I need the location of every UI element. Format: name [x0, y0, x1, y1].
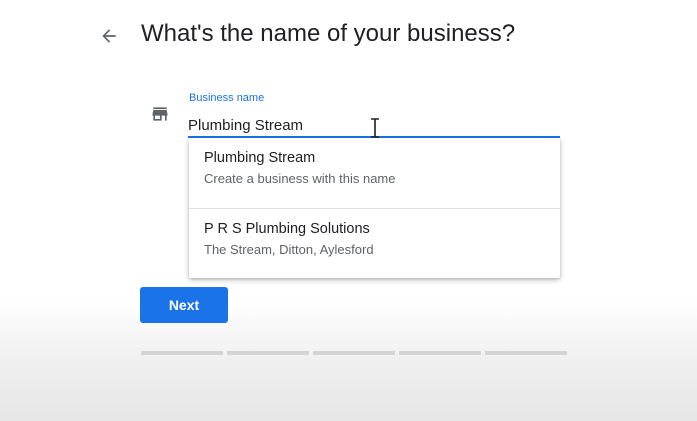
suggestion-title: P R S Plumbing Solutions — [204, 221, 370, 237]
next-button[interactable]: Next — [140, 287, 228, 323]
arrow-back-icon — [102, 29, 116, 43]
business-name-label: Business name — [189, 92, 265, 104]
progress-segment — [313, 351, 395, 355]
back-button[interactable] — [96, 22, 122, 50]
progress-segment — [485, 351, 567, 355]
suggestion-title: Plumbing Stream — [204, 150, 316, 166]
suggestion-item[interactable]: Plumbing Stream Create a business with t… — [189, 138, 560, 208]
progress-bar — [141, 351, 567, 355]
suggestion-subtitle: The Stream, Ditton, Aylesford — [204, 242, 374, 257]
page-title: What's the name of your business? — [141, 20, 516, 47]
suggestion-item[interactable]: P R S Plumbing Solutions The Stream, Dit… — [189, 208, 560, 278]
suggestion-subtitle: Create a business with this name — [204, 171, 396, 186]
progress-segment — [141, 351, 223, 355]
progress-segment — [399, 351, 481, 355]
progress-segment — [227, 351, 309, 355]
text-cursor-icon — [371, 118, 379, 138]
store-icon — [152, 107, 168, 121]
suggestions-dropdown: Plumbing Stream Create a business with t… — [189, 138, 560, 278]
